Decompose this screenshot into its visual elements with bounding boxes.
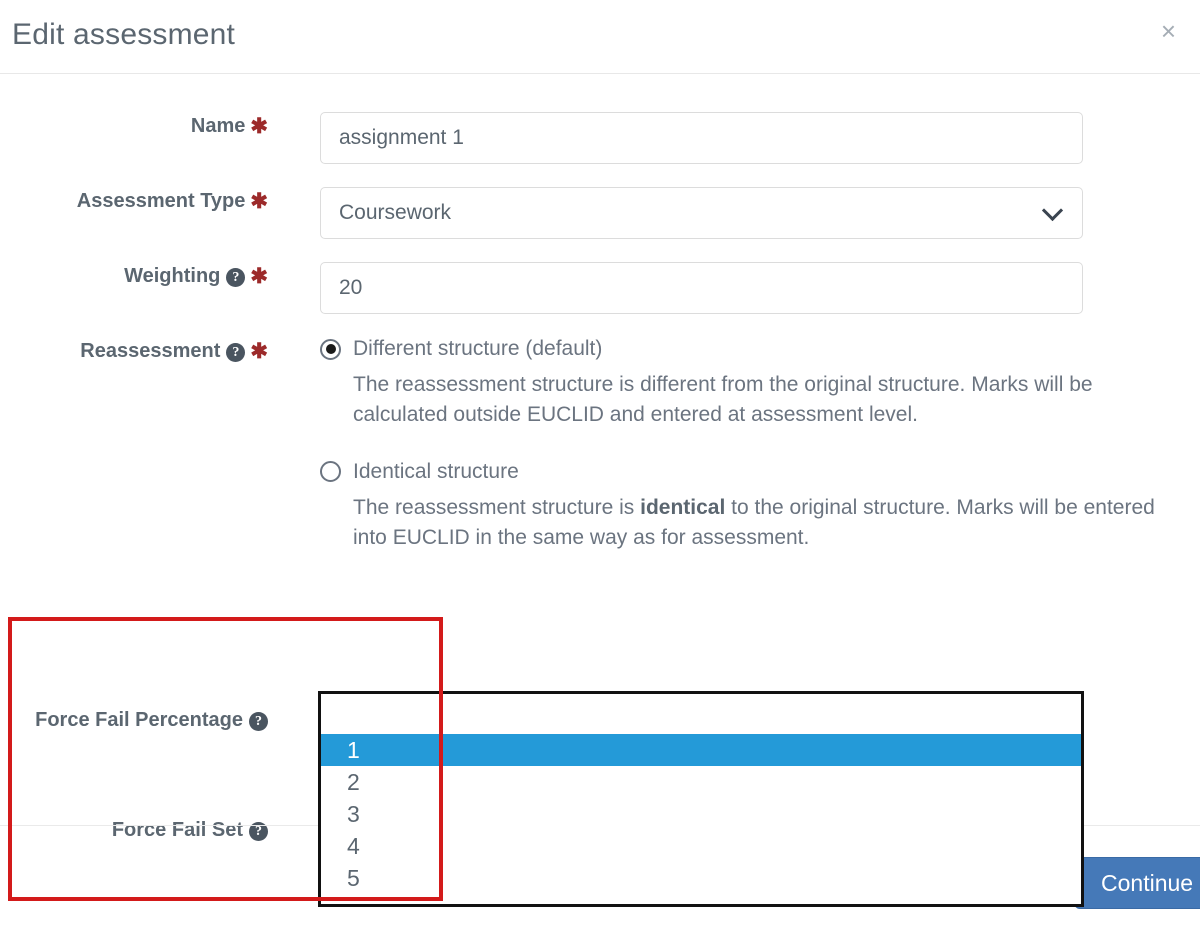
- dropdown-option[interactable]: 4: [321, 830, 1081, 862]
- force-fail-set-dropdown-list[interactable]: 12345: [318, 691, 1084, 907]
- name-input[interactable]: [320, 112, 1083, 164]
- modal-header: Edit assessment ×: [0, 0, 1200, 74]
- radio-different-structure[interactable]: [320, 339, 341, 360]
- force-fail-percentage-label: Force Fail Percentage?: [0, 706, 268, 735]
- form-row-reassessment: Reassessment? ✱ Different structure (defa…: [0, 337, 1200, 554]
- assessment-type-field-wrap: Coursework: [268, 187, 1200, 239]
- force-fail-percentage-label-text: Force Fail Percentage: [35, 709, 243, 731]
- name-field-wrap: [268, 112, 1200, 164]
- reassessment-option-identical[interactable]: Identical structure The reassessment str…: [320, 460, 1200, 554]
- reassessment-option-different[interactable]: Different structure (default) The reasse…: [320, 337, 1200, 431]
- edit-assessment-modal: Edit assessment × Name✱ Assessment Type✱…: [0, 0, 1200, 926]
- dropdown-option[interactable]: [321, 694, 1081, 734]
- name-label: Name✱: [0, 112, 268, 142]
- radio-identical-structure-label: Identical structure: [353, 460, 519, 484]
- dropdown-option[interactable]: 5: [321, 862, 1081, 894]
- assessment-type-select-wrap: Coursework: [320, 187, 1083, 239]
- form-row-weighting: Weighting? ✱: [0, 262, 1200, 314]
- help-circle-icon[interactable]: ?: [226, 268, 245, 287]
- radio-different-structure-description: The reassessment structure is different …: [353, 370, 1188, 431]
- form-row-name: Name✱: [0, 112, 1200, 164]
- radio-different-structure-label: Different structure (default): [353, 337, 602, 361]
- weighting-label: Weighting? ✱: [0, 262, 268, 292]
- required-asterisk: ✱: [250, 337, 268, 367]
- assessment-type-label: Assessment Type✱: [0, 187, 268, 217]
- page-title: Edit assessment: [12, 18, 235, 52]
- name-label-text: Name: [191, 115, 245, 137]
- reassessment-label: Reassessment? ✱: [0, 337, 268, 367]
- required-asterisk: ✱: [250, 187, 268, 217]
- help-circle-icon[interactable]: ?: [226, 343, 245, 362]
- reassessment-label-text: Reassessment: [80, 340, 220, 362]
- close-icon[interactable]: ×: [1155, 16, 1182, 46]
- continue-button[interactable]: Continue: [1074, 857, 1200, 909]
- desc-part-1: The reassessment structure is: [353, 496, 640, 519]
- dropdown-option[interactable]: 3: [321, 798, 1081, 830]
- required-asterisk: ✱: [250, 112, 268, 142]
- assessment-type-label-text: Assessment Type: [77, 190, 246, 212]
- dropdown-option[interactable]: 1: [321, 734, 1081, 766]
- radio-identical-structure-description: The reassessment structure is identical …: [353, 493, 1188, 554]
- assessment-type-select[interactable]: Coursework: [320, 187, 1083, 239]
- required-asterisk: ✱: [250, 262, 268, 292]
- weighting-label-text: Weighting: [124, 265, 220, 287]
- dropdown-option[interactable]: 2: [321, 766, 1081, 798]
- radio-identical-structure[interactable]: [320, 461, 341, 482]
- desc-bold-word: identical: [640, 496, 725, 519]
- weighting-input[interactable]: [320, 262, 1083, 314]
- reassessment-options: Different structure (default) The reasse…: [268, 337, 1200, 554]
- form-row-assessment-type: Assessment Type✱ Coursework: [0, 187, 1200, 239]
- weighting-field-wrap: [268, 262, 1200, 314]
- help-circle-icon[interactable]: ?: [249, 712, 268, 731]
